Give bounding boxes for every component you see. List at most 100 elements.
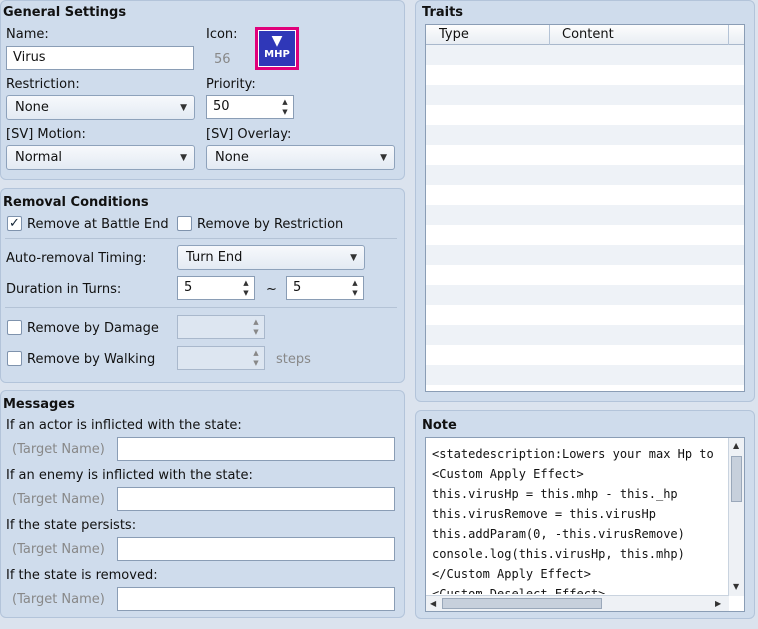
divider	[5, 238, 397, 239]
traits-header: Type Content	[426, 25, 744, 45]
target-name-placeholder: (Target Name)	[12, 492, 105, 507]
table-row[interactable]	[426, 265, 744, 285]
general-settings-title: General Settings	[3, 5, 127, 20]
stepper-arrows-icon: ▲ ▼	[253, 318, 259, 336]
battle-end-checkbox[interactable]: ✓	[7, 216, 22, 231]
motion-select[interactable]: Normal ▼	[6, 145, 195, 170]
actor-inflicted-message-input[interactable]	[117, 437, 395, 461]
table-row[interactable]	[426, 325, 744, 345]
damage-stepper[interactable]: ▲ ▼	[177, 315, 265, 339]
target-name-placeholder: (Target Name)	[12, 542, 105, 557]
traits-rows	[426, 45, 744, 391]
walking-checkbox[interactable]	[7, 351, 22, 366]
restriction-value: None	[15, 100, 49, 115]
stepper-arrows-icon[interactable]: ▲ ▼	[350, 278, 360, 298]
name-input[interactable]: Virus	[6, 46, 194, 70]
overlay-label: [SV] Overlay:	[206, 127, 292, 142]
general-settings-panel: General Settings Name: Virus Icon: 56 ▼ …	[0, 0, 405, 180]
stepper-arrows-icon: ▲ ▼	[253, 349, 259, 367]
restriction-select[interactable]: None ▼	[6, 95, 195, 120]
name-label: Name:	[6, 27, 49, 42]
walking-label: Remove by Walking	[27, 352, 156, 367]
timing-label: Auto-removal Timing:	[6, 251, 147, 266]
motion-label: [SV] Motion:	[6, 127, 86, 142]
overlay-value: None	[215, 150, 249, 165]
scroll-down-icon[interactable]: ▼	[733, 582, 739, 591]
battle-end-label: Remove at Battle End	[27, 217, 169, 232]
table-row[interactable]	[426, 245, 744, 265]
damage-checkbox[interactable]	[7, 320, 22, 335]
table-row[interactable]	[426, 345, 744, 365]
duration-label: Duration in Turns:	[6, 282, 122, 297]
content-column-header[interactable]: Content	[562, 27, 614, 42]
message-label: If the state is removed:	[6, 568, 158, 583]
table-row[interactable]	[426, 205, 744, 225]
motion-value: Normal	[15, 150, 63, 165]
priority-label: Priority:	[206, 77, 256, 92]
priority-value: 50	[213, 99, 230, 114]
restriction-label: Restriction:	[6, 77, 80, 92]
message-label: If the state persists:	[6, 518, 137, 533]
priority-stepper[interactable]: 50 ▲ ▼	[206, 95, 294, 119]
note-textarea[interactable]: <statedescription:Lowers your max Hp to …	[425, 437, 745, 612]
icon-index: 56	[214, 52, 231, 67]
duration-min-value: 5	[184, 280, 193, 295]
chevron-down-icon: ▼	[180, 103, 187, 113]
target-name-placeholder: (Target Name)	[12, 442, 105, 457]
duration-min-stepper[interactable]: 5 ▲ ▼	[177, 276, 255, 300]
table-row[interactable]	[426, 285, 744, 305]
note-title: Note	[422, 418, 457, 433]
table-row[interactable]	[426, 125, 744, 145]
table-row[interactable]	[426, 385, 744, 391]
overlay-select[interactable]: None ▼	[206, 145, 395, 170]
target-name-placeholder: (Target Name)	[12, 592, 105, 607]
duration-max-stepper[interactable]: 5 ▲ ▼	[286, 276, 364, 300]
table-row[interactable]	[426, 165, 744, 185]
scroll-thumb[interactable]	[442, 598, 602, 609]
messages-title: Messages	[3, 397, 75, 412]
timing-select[interactable]: Turn End ▼	[177, 245, 365, 270]
scroll-up-icon[interactable]: ▲	[733, 441, 739, 450]
table-row[interactable]	[426, 105, 744, 125]
chevron-down-icon: ▼	[350, 253, 357, 263]
table-row[interactable]	[426, 225, 744, 245]
state-persists-message-input[interactable]	[117, 537, 395, 561]
divider	[5, 307, 397, 308]
removal-conditions-panel: Removal Conditions ✓ Remove at Battle En…	[0, 188, 405, 383]
table-row[interactable]	[426, 45, 744, 65]
walking-stepper[interactable]: ▲ ▼	[177, 346, 265, 370]
scroll-left-icon[interactable]: ◀	[430, 599, 436, 608]
steps-label: steps	[276, 352, 311, 367]
traits-title: Traits	[422, 5, 464, 20]
damage-label: Remove by Damage	[27, 321, 159, 336]
message-label: If an actor is inflicted with the state:	[6, 418, 242, 433]
note-horizontal-scrollbar[interactable]: ◀ ▶	[426, 595, 729, 611]
table-row[interactable]	[426, 185, 744, 205]
mhp-icon: ▼ MHP	[258, 30, 296, 67]
restriction-checkbox[interactable]	[177, 216, 192, 231]
enemy-inflicted-message-input[interactable]	[117, 487, 395, 511]
table-row[interactable]	[426, 85, 744, 105]
stepper-arrows-icon[interactable]: ▲ ▼	[241, 278, 251, 298]
restriction-removal-label: Remove by Restriction	[197, 217, 344, 232]
duration-max-value: 5	[293, 280, 302, 295]
icon-label: Icon:	[206, 27, 238, 42]
scroll-right-icon[interactable]: ▶	[715, 599, 721, 608]
state-icon-picker[interactable]: ▼ MHP	[255, 27, 299, 70]
table-row[interactable]	[426, 65, 744, 85]
duration-tilde: ~	[266, 282, 277, 297]
stepper-arrows-icon[interactable]: ▲ ▼	[280, 97, 290, 117]
table-row[interactable]	[426, 365, 744, 385]
table-row[interactable]	[426, 305, 744, 325]
message-label: If an enemy is inflicted with the state:	[6, 468, 253, 483]
state-removed-message-input[interactable]	[117, 587, 395, 611]
note-vertical-scrollbar[interactable]: ▲ ▼	[728, 438, 744, 596]
chevron-down-icon: ▼	[380, 153, 387, 163]
traits-table[interactable]: Type Content	[425, 24, 745, 392]
type-column-header[interactable]: Type	[439, 27, 469, 42]
scroll-thumb[interactable]	[731, 456, 742, 502]
table-row[interactable]	[426, 145, 744, 165]
note-text[interactable]: <statedescription:Lowers your max Hp to …	[432, 444, 722, 594]
removal-conditions-title: Removal Conditions	[3, 195, 149, 210]
messages-panel: Messages If an actor is inflicted with t…	[0, 390, 405, 618]
